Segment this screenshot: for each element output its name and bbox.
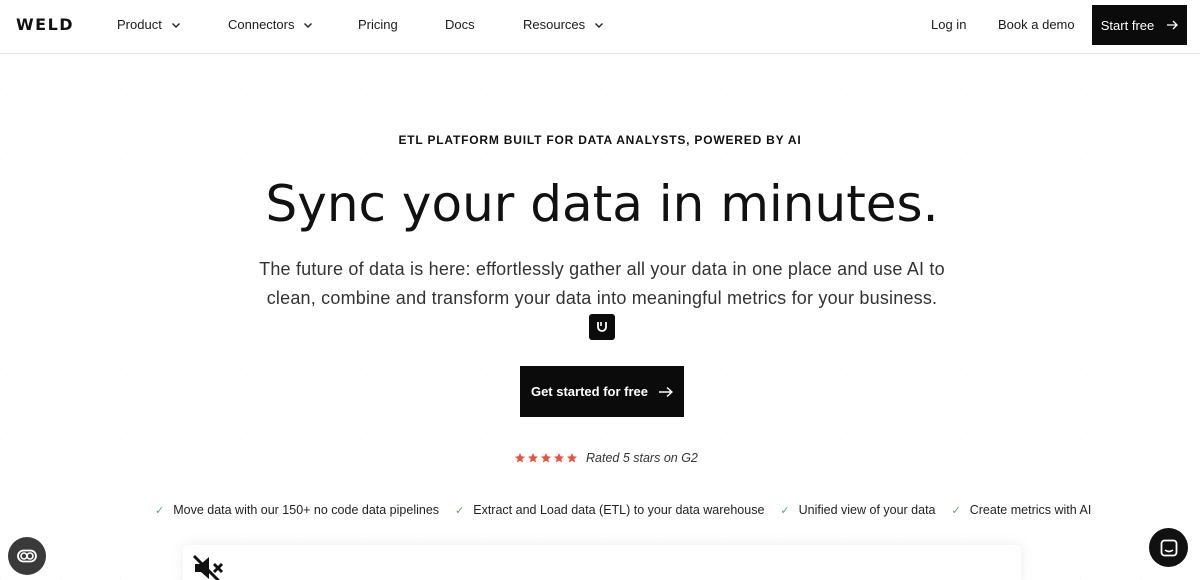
eye-toggle-icon: [17, 549, 37, 563]
weld-logo[interactable]: WELD: [16, 15, 74, 34]
smile-icon: [597, 322, 607, 332]
nav-item-pricing[interactable]: Pricing: [358, 17, 398, 32]
nav-item-label: Resources: [523, 17, 586, 32]
feature-list: ✓ Move data with our 150+ no code data p…: [155, 502, 1107, 518]
feature-item: ✓ Create metrics with AI: [952, 503, 1092, 517]
check-icon: ✓: [155, 504, 165, 517]
hero-headline: Sync your data in minutes.: [265, 175, 939, 233]
g2-rating[interactable]: Rated 5 stars on G2: [514, 450, 698, 466]
chevron-down-icon: [595, 22, 604, 28]
nav-item-label: Pricing: [358, 17, 398, 32]
nav-item-label: Connectors: [228, 17, 295, 32]
smile-badge: [589, 314, 615, 340]
feature-item: ✓ Unified view of your data: [780, 503, 935, 517]
check-icon: ✓: [455, 504, 465, 517]
chevron-down-icon: [171, 22, 180, 28]
nav-item-docs[interactable]: Docs: [445, 17, 475, 32]
nav-item-connectors[interactable]: Connectors: [228, 17, 314, 32]
nav-item-label: Product: [117, 17, 162, 32]
chevron-down-icon: [304, 22, 313, 28]
book-demo-link[interactable]: Book a demo: [998, 17, 1075, 32]
feature-item: ✓ Move data with our 150+ no code data p…: [155, 503, 439, 517]
star-icon: [528, 453, 538, 463]
feature-label: Unified view of your data: [798, 503, 936, 517]
rating-text: Rated 5 stars on G2: [586, 451, 698, 465]
arrow-right-icon: [1167, 20, 1179, 30]
chat-icon: [1160, 539, 1177, 556]
nav-item-resources[interactable]: Resources: [523, 17, 605, 32]
login-link[interactable]: Log in: [931, 17, 966, 32]
start-free-label: Start free: [1100, 17, 1155, 33]
arrow-right-icon: [659, 386, 674, 397]
get-started-label: Get started for free: [530, 384, 649, 399]
video-player[interactable]: [183, 545, 1021, 580]
feature-label: Extract and Load data (ETL) to your data…: [473, 503, 765, 517]
nav-item-product[interactable]: Product: [117, 17, 182, 32]
feature-label: Move data with our 150+ no code data pip…: [173, 503, 440, 517]
hero-eyebrow: ETL PLATFORM BUILT FOR DATA ANALYSTS, PO…: [398, 133, 802, 147]
nav-item-label: Docs: [445, 17, 475, 32]
rating-stars: [514, 452, 578, 464]
mute-icon[interactable]: [192, 554, 224, 580]
accessibility-widget-button[interactable]: [8, 537, 46, 575]
get-started-button[interactable]: Get started for free: [520, 366, 684, 417]
star-icon: [567, 453, 577, 463]
navbar: WELD Product Connectors Pricing Docs Res…: [0, 0, 1200, 54]
check-icon: ✓: [951, 504, 961, 517]
star-icon: [554, 453, 564, 463]
star-icon: [515, 453, 525, 463]
start-free-button[interactable]: Start free: [1092, 5, 1187, 45]
chat-widget-button[interactable]: [1149, 528, 1188, 567]
feature-label: Create metrics with AI: [969, 503, 1092, 517]
hero-subtext: The future of data is here: effortlessly…: [259, 259, 945, 308]
check-icon: ✓: [780, 504, 790, 517]
feature-item: ✓ Extract and Load data (ETL) to your da…: [455, 503, 764, 517]
star-icon: [541, 453, 551, 463]
